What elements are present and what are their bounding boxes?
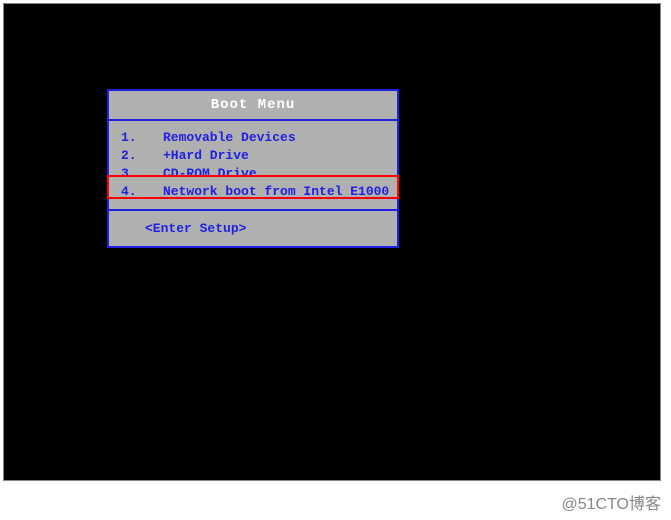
boot-menu-title: Boot Menu [109,91,397,121]
boot-menu-items: 1. Removable Devices 2. +Hard Drive 3. C… [109,121,397,211]
item-number: 3. [121,165,163,183]
boot-item-network[interactable]: 4. Network boot from Intel E1000 [121,183,397,201]
boot-menu-dialog: Boot Menu 1. Removable Devices 2. +Hard … [107,89,399,248]
boot-item-removable[interactable]: 1. Removable Devices [121,129,397,147]
bios-screen: Boot Menu 1. Removable Devices 2. +Hard … [3,3,661,481]
enter-setup-option[interactable]: <Enter Setup> [109,211,397,246]
boot-item-harddrive[interactable]: 2. +Hard Drive [121,147,397,165]
item-label: +Hard Drive [163,147,249,165]
watermark-text: @51CTO博客 [561,490,661,514]
item-number: 4. [121,183,163,201]
item-label: Network boot from Intel E1000 [163,183,389,201]
item-label: CD-ROM Drive [163,165,257,183]
boot-item-cdrom[interactable]: 3. CD-ROM Drive [121,165,397,183]
item-number: 1. [121,129,163,147]
item-label: Removable Devices [163,129,296,147]
item-number: 2. [121,147,163,165]
